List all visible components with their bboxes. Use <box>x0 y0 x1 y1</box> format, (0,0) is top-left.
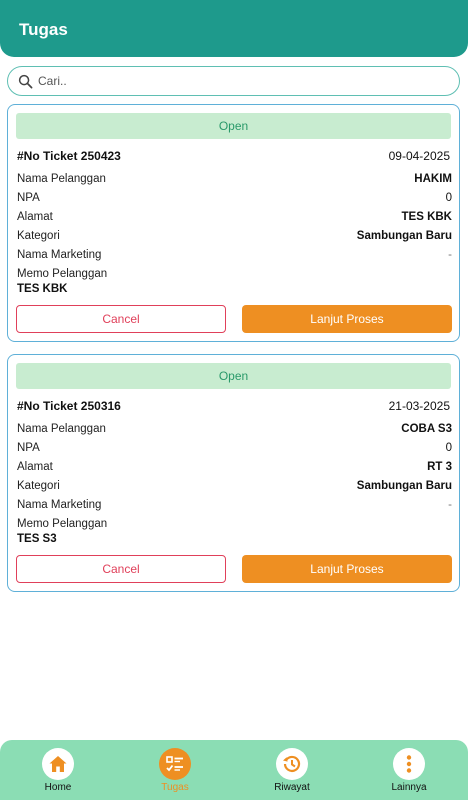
field-value: RT 3 <box>427 461 452 473</box>
nav-item-home[interactable]: Home <box>18 747 98 797</box>
search-input[interactable] <box>38 71 438 91</box>
field-label: Memo Pelanggan <box>17 518 108 530</box>
app-header: Tugas <box>0 0 468 57</box>
ticket-card: Open #No Ticket 250316 21-03-2025 Nama P… <box>7 354 460 592</box>
field-label: Kategori <box>17 230 60 242</box>
nav-label: Home <box>44 782 72 793</box>
row-nama-marketing: Nama Marketing - <box>17 499 452 515</box>
row-nama-pelanggan: Nama Pelanggan COBA S3 <box>17 423 452 439</box>
field-label: NPA <box>17 192 40 204</box>
nav-item-riwayat[interactable]: Riwayat <box>252 747 332 797</box>
ticket-card: Open #No Ticket 250423 09-04-2025 Nama P… <box>7 104 460 342</box>
cancel-button[interactable]: Cancel <box>16 305 226 333</box>
field-label: Alamat <box>17 461 53 473</box>
status-badge: Open <box>16 363 451 389</box>
row-npa: NPA 0 <box>17 442 452 458</box>
nav-label: Lainnya <box>391 782 427 793</box>
field-label: Nama Marketing <box>17 249 102 261</box>
row-memo-pelanggan: Memo Pelanggan <box>17 518 452 534</box>
nav-label: Tugas <box>161 782 189 793</box>
field-label: Kategori <box>17 480 60 492</box>
nav-icon-circle <box>393 748 425 780</box>
field-value: COBA S3 <box>401 423 452 435</box>
nav-icon-circle <box>276 748 308 780</box>
ticket-number: #No Ticket 250316 <box>17 399 121 413</box>
cancel-button[interactable]: Cancel <box>16 555 226 583</box>
field-label: Alamat <box>17 211 53 223</box>
field-value: Sambungan Baru <box>356 480 452 492</box>
nav-label: Riwayat <box>274 782 310 793</box>
ticket-number: #No Ticket 250423 <box>17 149 121 163</box>
page-title: Tugas <box>19 20 68 39</box>
memo-value: TES KBK <box>17 283 68 295</box>
bottom-navigation: Home Tugas Riwayat Lainnya <box>0 740 468 800</box>
field-value: Sambungan Baru <box>356 230 452 242</box>
field-label: Nama Marketing <box>17 499 102 511</box>
row-kategori: Kategori Sambungan Baru <box>17 230 452 246</box>
nav-icon-circle <box>42 748 74 780</box>
row-nama-marketing: Nama Marketing - <box>17 249 452 265</box>
field-label: NPA <box>17 442 40 454</box>
memo-value: TES S3 <box>17 533 57 545</box>
home-icon <box>49 756 67 772</box>
field-label: Nama Pelanggan <box>17 423 106 435</box>
history-icon <box>283 755 301 773</box>
row-memo-pelanggan: Memo Pelanggan <box>17 268 452 284</box>
lanjut-proses-button[interactable]: Lanjut Proses <box>242 305 452 333</box>
row-nama-pelanggan: Nama Pelanggan HAKIM <box>17 173 452 189</box>
more-vertical-icon <box>406 755 412 773</box>
search-icon <box>18 74 33 89</box>
field-label: Nama Pelanggan <box>17 173 106 185</box>
field-value: 0 <box>445 442 452 454</box>
lanjut-proses-button[interactable]: Lanjut Proses <box>242 555 452 583</box>
nav-icon-circle <box>159 748 191 780</box>
field-label: Memo Pelanggan <box>17 268 108 280</box>
field-value: 0 <box>445 192 452 204</box>
row-kategori: Kategori Sambungan Baru <box>17 480 452 496</box>
nav-item-lainnya[interactable]: Lainnya <box>369 747 449 797</box>
field-value: - <box>448 249 452 261</box>
ticket-date: 09-04-2025 <box>388 149 450 163</box>
row-alamat: Alamat TES KBK <box>17 211 452 227</box>
task-list-icon <box>166 756 183 772</box>
nav-item-tugas[interactable]: Tugas <box>135 747 215 797</box>
field-value: TES KBK <box>401 211 452 223</box>
row-npa: NPA 0 <box>17 192 452 208</box>
status-badge: Open <box>16 113 451 139</box>
row-alamat: Alamat RT 3 <box>17 461 452 477</box>
field-value: HAKIM <box>414 173 452 185</box>
search-bar[interactable] <box>7 66 460 96</box>
field-value: - <box>448 499 452 511</box>
ticket-date: 21-03-2025 <box>388 399 450 413</box>
